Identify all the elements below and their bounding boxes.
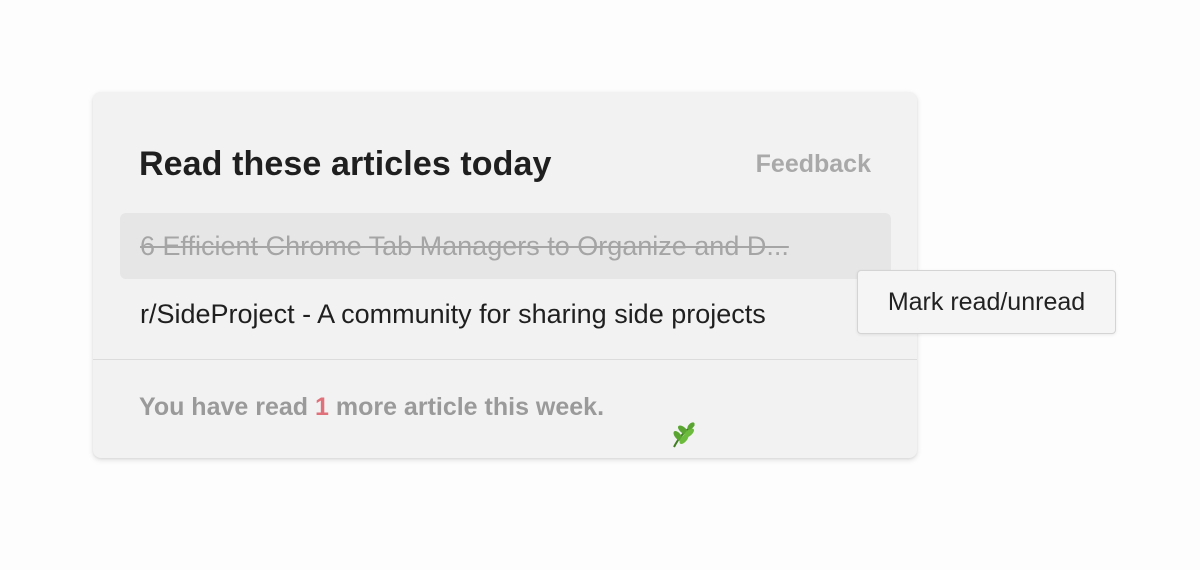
article-item-read[interactable]: 6 Efficient Chrome Tab Managers to Organ…: [120, 213, 891, 279]
mark-read-unread-menu-item[interactable]: Mark read/unread: [857, 270, 1116, 334]
article-item-unread[interactable]: r/SideProject - A community for sharing …: [120, 281, 891, 347]
divider: [93, 359, 917, 360]
article-list: 6 Efficient Chrome Tab Managers to Organ…: [120, 213, 891, 347]
feedback-link[interactable]: Feedback: [756, 150, 871, 179]
card-title: Read these articles today: [139, 144, 552, 183]
leaf-icon: [612, 392, 695, 448]
card-header: Read these articles today Feedback: [139, 142, 871, 186]
progress-prefix: You have read: [139, 392, 315, 421]
article-title: 6 Efficient Chrome Tab Managers to Organ…: [140, 230, 789, 261]
weekly-progress-text: You have read 1 more article this week.: [139, 392, 695, 448]
page: Read these articles today Feedback 6 Eff…: [0, 0, 1200, 570]
read-count: 1: [315, 392, 329, 421]
article-title: r/SideProject - A community for sharing …: [140, 298, 766, 329]
reading-list-card: Read these articles today Feedback 6 Eff…: [93, 92, 917, 458]
progress-suffix: more article this week.: [328, 392, 605, 421]
